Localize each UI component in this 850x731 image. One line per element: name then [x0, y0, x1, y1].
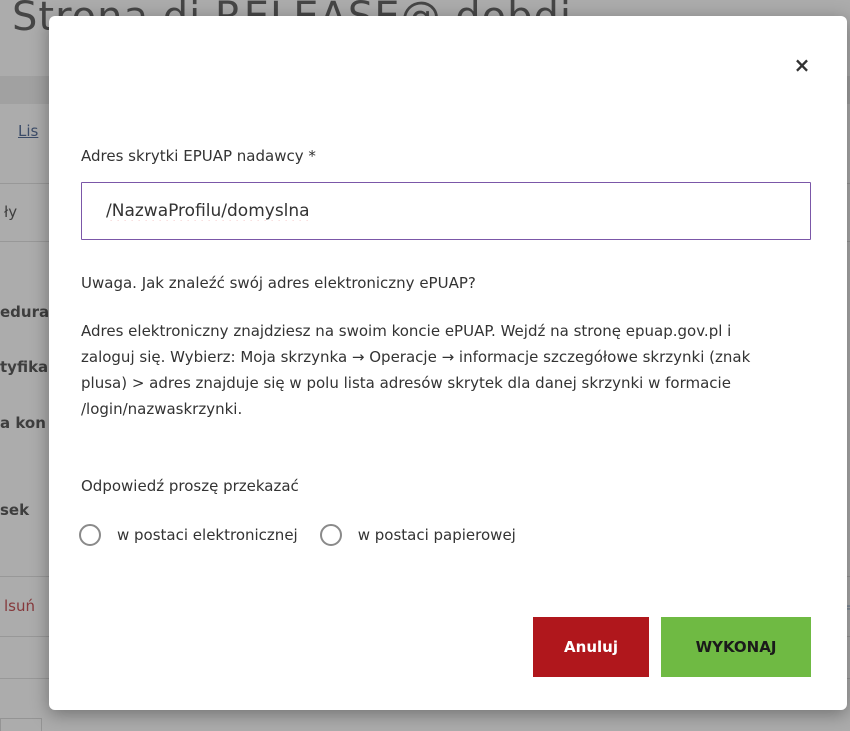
help-text: Adres elektroniczny znajdziesz na swoim …	[81, 322, 751, 418]
radio-electronic-label: w postaci elektronicznej	[117, 526, 298, 544]
close-button[interactable]: ×	[791, 54, 813, 76]
radio-circle-icon[interactable]	[79, 524, 101, 546]
epuap-address-label: Adres skrytki EPUAP nadawcy *	[81, 147, 316, 165]
radio-electronic[interactable]: w postaci elektronicznej	[79, 524, 298, 546]
radio-paper[interactable]: w postaci papierowej	[319, 524, 516, 546]
help-title: Uwaga. Jak znaleźć swój adres elektronic…	[81, 274, 476, 292]
epuap-address-input[interactable]	[81, 182, 811, 240]
close-icon: ×	[793, 53, 811, 77]
epuap-dialog: × Adres skrytki EPUAP nadawcy * Uwaga. J…	[49, 16, 847, 710]
radio-paper-label: w postaci papierowej	[357, 526, 516, 544]
radio-circle-icon[interactable]	[319, 524, 342, 546]
reply-format-radio-group: w postaci elektronicznej w postaci papie…	[79, 524, 538, 546]
submit-button[interactable]: WYKONAJ	[661, 617, 811, 677]
cancel-button[interactable]: Anuluj	[533, 617, 649, 677]
reply-format-label: Odpowiedź proszę przekazać	[81, 477, 299, 495]
